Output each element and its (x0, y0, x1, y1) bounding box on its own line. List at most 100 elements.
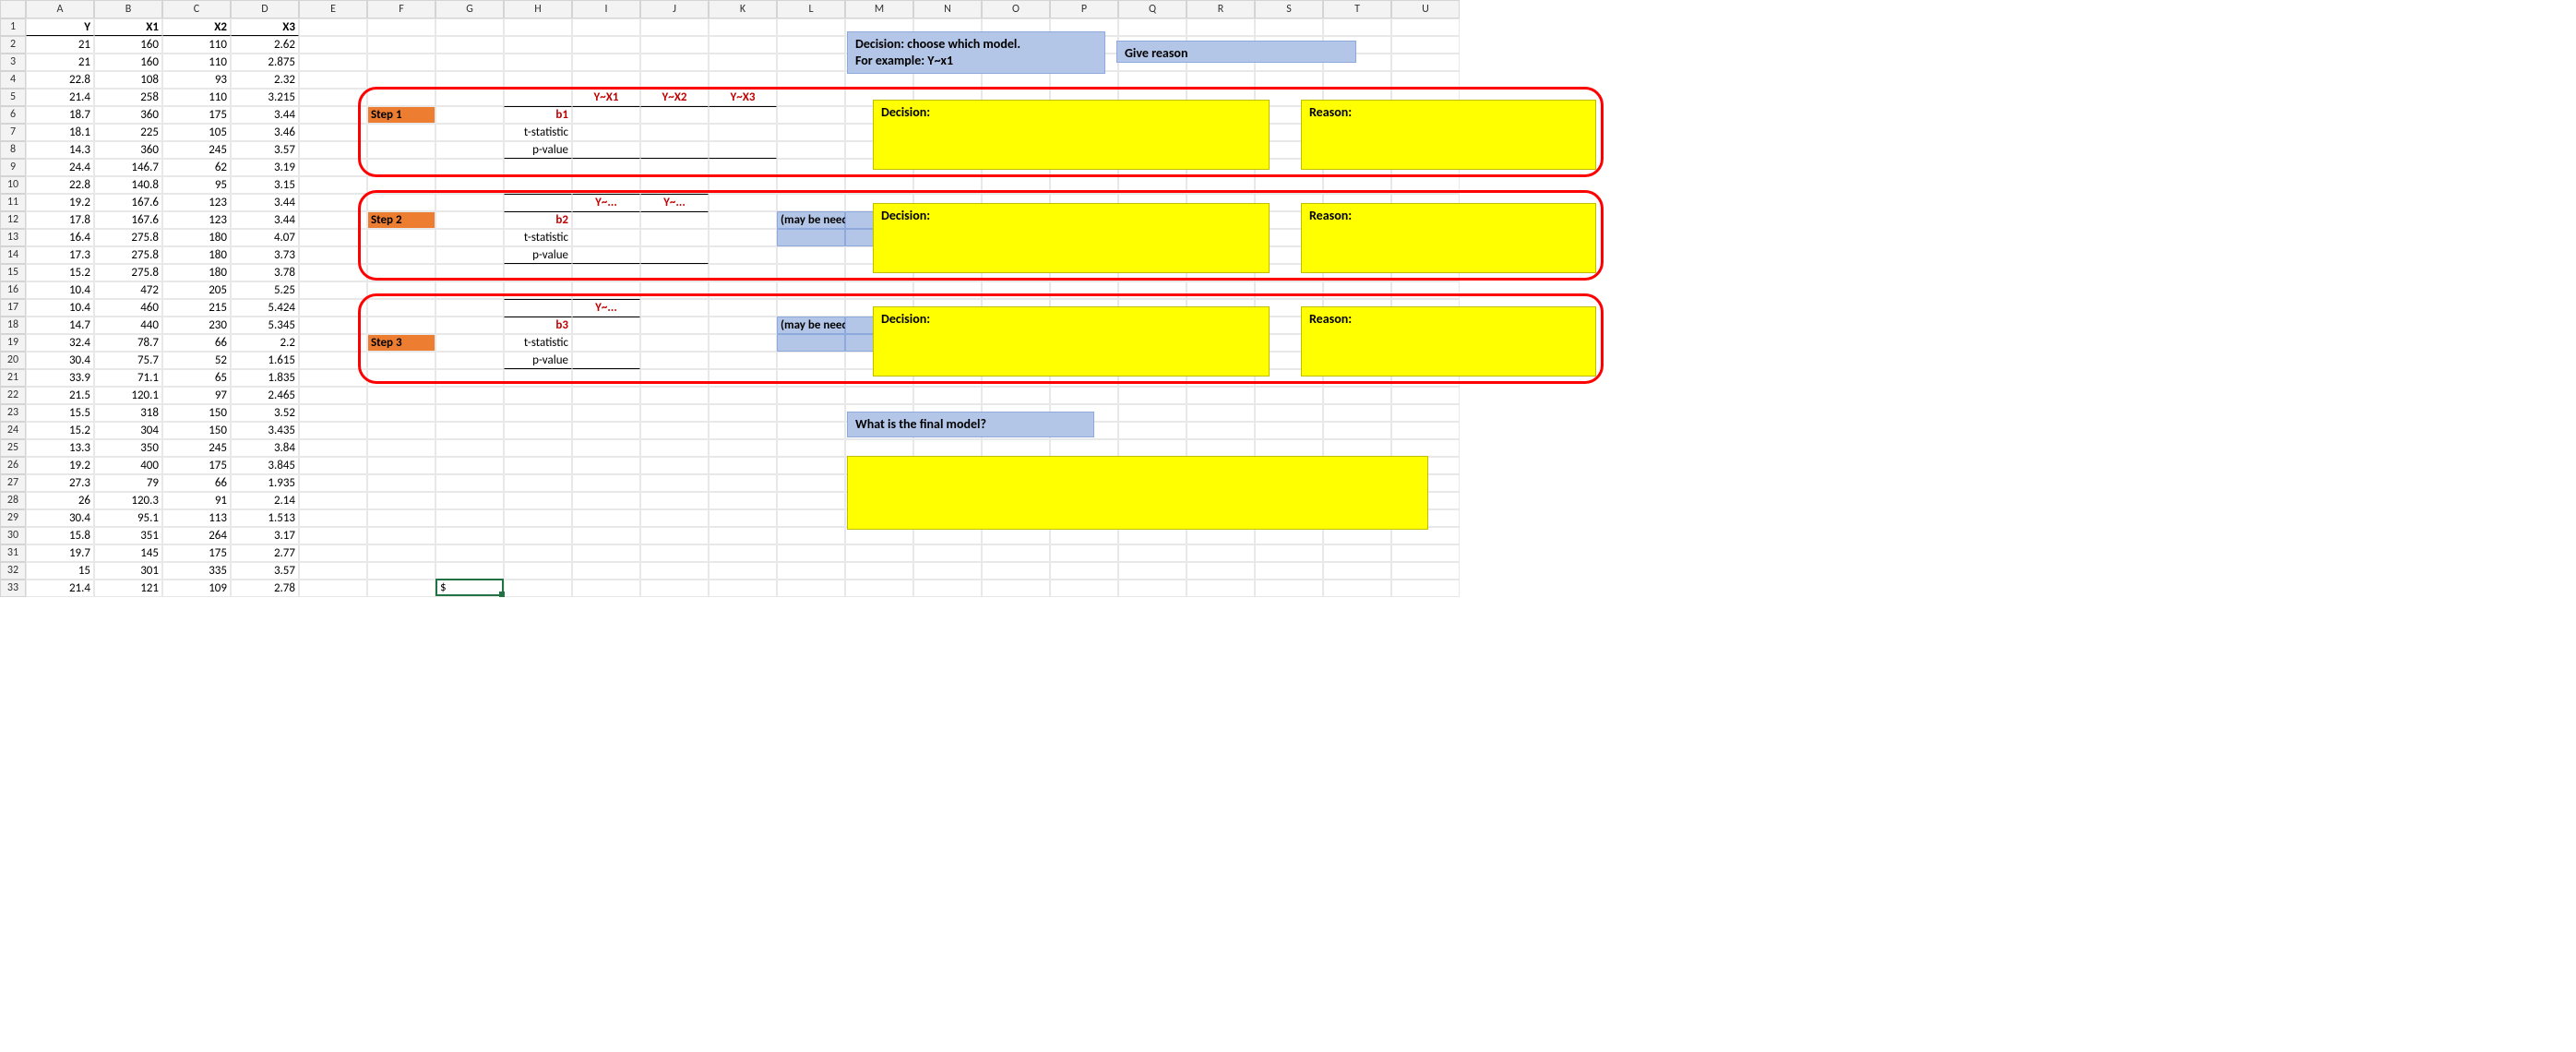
cell[interactable] (1255, 562, 1323, 580)
cell[interactable] (299, 387, 367, 404)
cell[interactable] (777, 299, 845, 317)
cell[interactable] (435, 299, 504, 317)
cell[interactable]: 175 (162, 544, 231, 562)
cell[interactable] (1391, 176, 1460, 194)
cell[interactable] (504, 474, 572, 492)
cell[interactable] (709, 176, 777, 194)
cell[interactable]: 14.3 (26, 141, 94, 159)
row-header-12[interactable]: 12 (0, 211, 26, 229)
cell[interactable] (299, 246, 367, 264)
cell[interactable] (1118, 71, 1187, 89)
row-header-13[interactable]: 13 (0, 229, 26, 246)
cell[interactable] (367, 299, 435, 317)
cell[interactable] (1187, 439, 1255, 457)
cell[interactable]: X3 (231, 18, 299, 36)
cell[interactable] (299, 299, 367, 317)
cell[interactable]: 15.5 (26, 404, 94, 422)
cell[interactable] (640, 317, 709, 334)
cell[interactable] (1118, 422, 1187, 439)
cell[interactable] (640, 334, 709, 352)
cell[interactable] (572, 387, 640, 404)
cell[interactable]: 318 (94, 404, 162, 422)
cell[interactable]: 301 (94, 562, 162, 580)
cell[interactable] (1255, 422, 1323, 439)
cell[interactable] (1187, 18, 1255, 36)
row-header-27[interactable]: 27 (0, 474, 26, 492)
cell[interactable]: 2.465 (231, 387, 299, 404)
col-header-R[interactable]: R (1187, 0, 1255, 18)
cell[interactable] (504, 562, 572, 580)
cell[interactable] (367, 352, 435, 369)
cell[interactable] (435, 387, 504, 404)
cell[interactable]: 3.78 (231, 264, 299, 281)
cell[interactable] (709, 264, 777, 281)
row-header-23[interactable]: 23 (0, 404, 26, 422)
cell[interactable] (572, 54, 640, 71)
cell[interactable] (777, 194, 845, 211)
cell[interactable]: 160 (94, 54, 162, 71)
cell[interactable] (572, 159, 640, 176)
cell[interactable] (982, 176, 1050, 194)
cell[interactable] (1323, 439, 1391, 457)
cell[interactable] (435, 264, 504, 281)
cell[interactable]: Y~... (640, 194, 709, 211)
cell[interactable] (435, 71, 504, 89)
cell[interactable]: 3.215 (231, 89, 299, 106)
cell[interactable]: 15.2 (26, 422, 94, 439)
cell[interactable] (435, 176, 504, 194)
cell[interactable] (777, 18, 845, 36)
cell[interactable] (845, 387, 913, 404)
cell[interactable] (1187, 387, 1255, 404)
cell[interactable] (709, 229, 777, 246)
cell[interactable] (709, 404, 777, 422)
cell[interactable] (572, 580, 640, 597)
cell[interactable] (1255, 281, 1323, 299)
cell[interactable] (1391, 562, 1460, 580)
cell[interactable] (367, 544, 435, 562)
cell[interactable] (709, 352, 777, 369)
cell[interactable] (367, 509, 435, 527)
cell[interactable] (709, 54, 777, 71)
cell[interactable] (572, 281, 640, 299)
cell[interactable]: 14.7 (26, 317, 94, 334)
row-header-8[interactable]: 8 (0, 141, 26, 159)
cell[interactable]: 3.845 (231, 457, 299, 474)
cell[interactable] (777, 404, 845, 422)
cell[interactable]: 2.14 (231, 492, 299, 509)
row-header-26[interactable]: 26 (0, 457, 26, 474)
cell[interactable]: 160 (94, 36, 162, 54)
cell[interactable] (1255, 404, 1323, 422)
cell[interactable]: 3.17 (231, 527, 299, 544)
cell[interactable] (1050, 439, 1118, 457)
cell[interactable] (299, 89, 367, 106)
cell[interactable] (1391, 387, 1460, 404)
cell[interactable] (367, 229, 435, 246)
cell[interactable]: 230 (162, 317, 231, 334)
row-header-11[interactable]: 11 (0, 194, 26, 211)
final-model-answer-box[interactable] (847, 456, 1428, 530)
cell[interactable]: 10.4 (26, 299, 94, 317)
cell[interactable] (640, 124, 709, 141)
cell[interactable] (572, 562, 640, 580)
col-header-B[interactable]: B (94, 0, 162, 18)
cell[interactable] (777, 527, 845, 544)
cell[interactable] (1323, 544, 1391, 562)
cell[interactable] (709, 246, 777, 264)
cell[interactable]: 205 (162, 281, 231, 299)
cell[interactable]: 145 (94, 544, 162, 562)
cell[interactable] (640, 106, 709, 124)
cell[interactable] (504, 422, 572, 439)
cell[interactable] (299, 544, 367, 562)
cell[interactable]: 1.615 (231, 352, 299, 369)
cell[interactable]: 79 (94, 474, 162, 492)
row-header-16[interactable]: 16 (0, 281, 26, 299)
cell[interactable]: 52 (162, 352, 231, 369)
cell[interactable] (367, 176, 435, 194)
cell[interactable]: 15.8 (26, 527, 94, 544)
cell[interactable] (435, 89, 504, 106)
fill-handle[interactable] (499, 592, 505, 597)
cell[interactable] (435, 404, 504, 422)
cell[interactable] (1323, 562, 1391, 580)
cell[interactable] (367, 246, 435, 264)
cell[interactable]: 18.1 (26, 124, 94, 141)
